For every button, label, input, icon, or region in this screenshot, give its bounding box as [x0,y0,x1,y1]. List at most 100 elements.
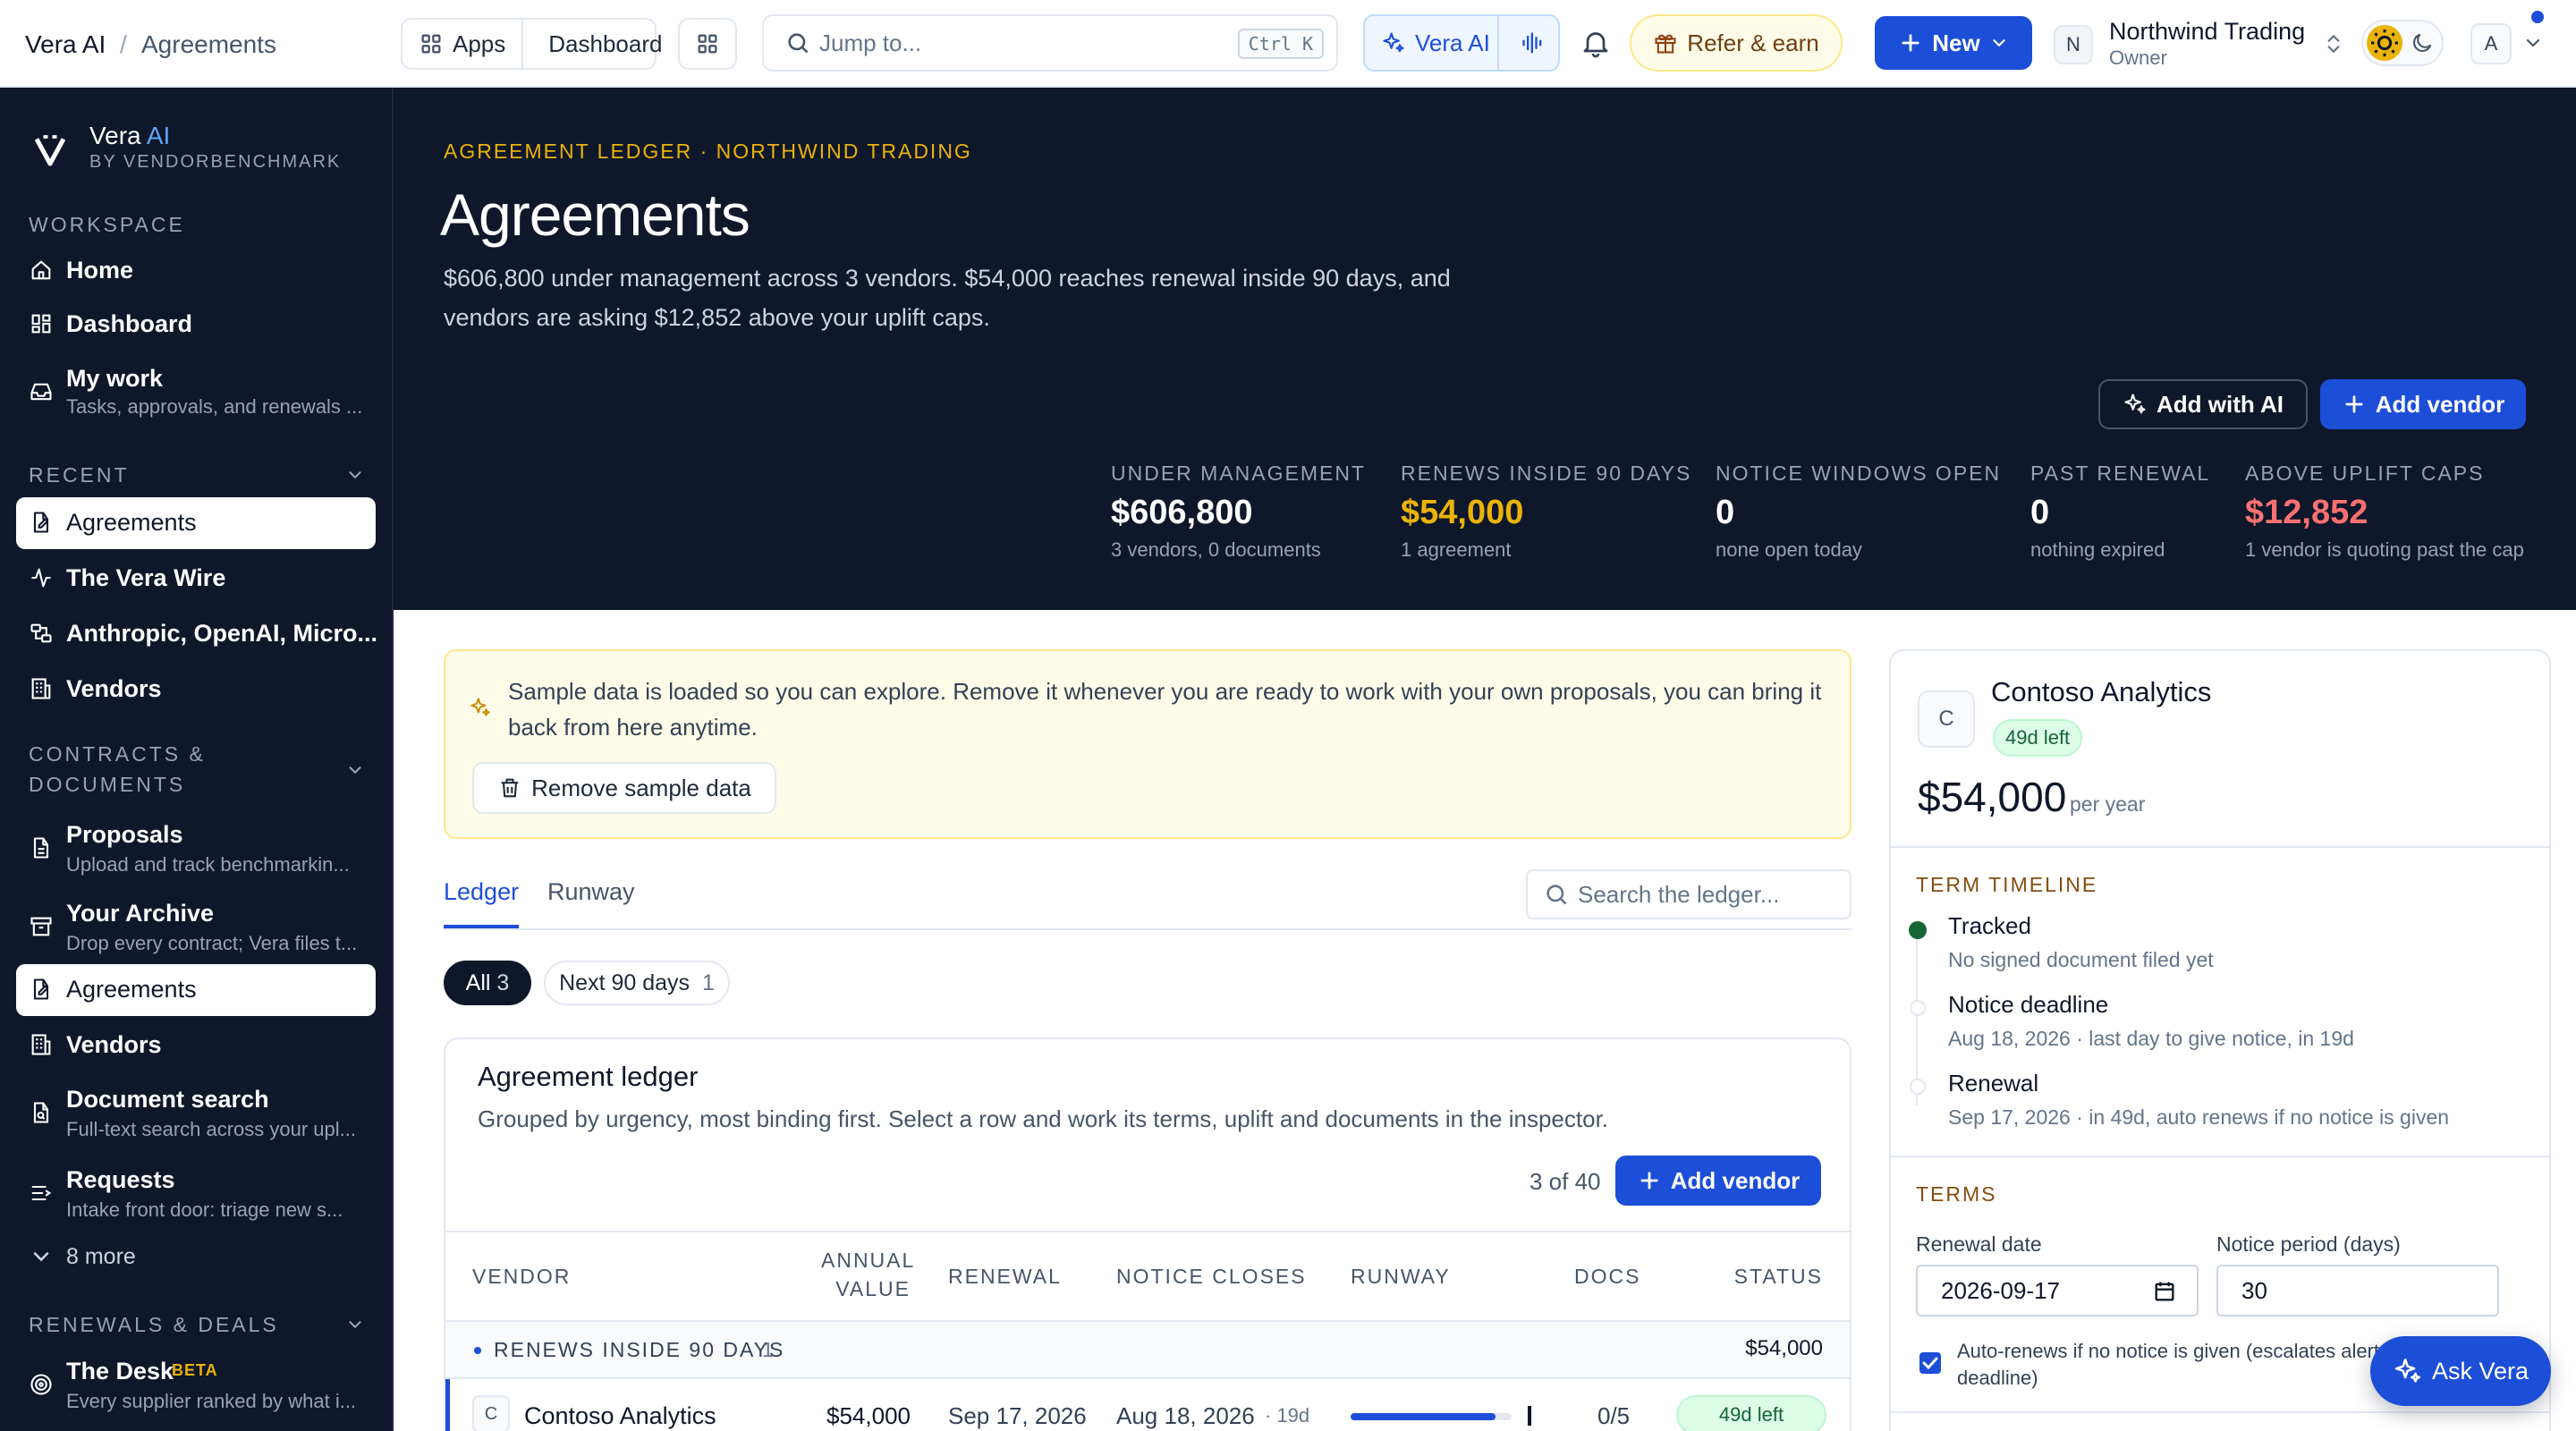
sidebar-item-label: Agreements [66,976,197,1003]
tab-runway[interactable]: Runway [547,878,635,906]
tab-ledger[interactable]: Ledger [444,878,519,906]
sidebar-item-label: My work [66,365,164,392]
filter-next-90-days[interactable]: Next 90 days 1 [544,961,730,1005]
calendar-icon[interactable] [2152,1279,2177,1304]
dashboard-button[interactable]: Dashboard [532,20,678,68]
notice-text-line2: back from here anytime. [508,714,758,741]
auto-renew-checkbox[interactable] [1919,1352,1941,1374]
collapse-renewals-chevron-icon[interactable] [345,1315,365,1334]
sidebar-item-sub: Tasks, approvals, and renewals ... [66,395,363,418]
apps-label: Apps [453,30,506,57]
org-switcher[interactable]: N Northwind Trading Owner [2054,18,2358,70]
column-annual-line2[interactable]: VALUE [821,1275,911,1302]
sidebar-item-my-work[interactable]: My work Tasks, approvals, and renewals .… [16,356,376,428]
kpi-label: UNDER MANAGEMENT [1111,461,1367,485]
breadcrumb-current: Agreements [141,30,276,58]
column-docs[interactable]: DOCS [1574,1263,1640,1290]
grid-icon [421,34,441,54]
add-with-ai-button[interactable]: Add with AI [2098,379,2308,429]
sidebar-item-label: Document search [66,1086,269,1113]
refer-earn-button[interactable]: Refer & earn [1630,14,1843,72]
timeline-title: TERM TIMELINE [1916,873,2098,896]
notifications-button[interactable] [1580,27,1612,59]
sidebar-item-archive[interactable]: Your Archive Drop every contract; Vera f… [16,891,376,966]
apps-button[interactable]: Apps [402,20,524,68]
trash-icon [501,778,519,798]
ledger-title: Agreement ledger [478,1061,699,1092]
sidebar-item-sub: Upload and track benchmarkin... [66,853,350,876]
brand-name: Vera AI [89,122,171,149]
hero-add-vendor-button[interactable]: Add vendor [2320,379,2526,429]
column-annual-line1[interactable]: ANNUAL [821,1247,913,1274]
filter-all-count: 3 [496,970,510,995]
sidebar-item-requests[interactable]: Requests Intake front door: triage new s… [16,1157,376,1232]
runway-marker [1528,1406,1531,1426]
sparkles-icon [1383,32,1404,53]
plus-icon [1902,34,1919,52]
sidebar-item-label: Requests [66,1166,175,1193]
theme-toggle[interactable] [2361,20,2444,66]
column-status[interactable]: STATUS [1717,1263,1823,1290]
inspector-period: per year [2070,792,2146,816]
auto-renew-label-line1: Auto-renews if no notice is given (escal… [1957,1340,2390,1362]
sidebar-item-label: Proposals [66,821,183,848]
collapse-recent-chevron-icon[interactable] [345,465,365,485]
target-icon [30,1374,52,1395]
kpi-sub: none open today [1716,538,1862,561]
sidebar-item-recent-vendors[interactable]: Vendors [16,664,376,716]
chevron-down-icon [1993,39,2005,47]
notice-period-input[interactable]: 30 [2216,1265,2499,1317]
group-renews-inside-90-days[interactable]: RENEWS INSIDE 90 DAYS 1 $54,000 [445,1322,1850,1377]
plus-icon [2345,395,2363,413]
new-button[interactable]: New [1875,16,2032,70]
inspector-divider [1891,846,2549,848]
filter-all[interactable]: All 3 [444,961,531,1005]
column-renewal[interactable]: RENEWAL [948,1263,1062,1290]
timeline-dot-pending [1910,1079,1926,1095]
column-vendor[interactable]: VENDOR [472,1263,571,1290]
sidebar-item-document-search[interactable]: Document search Full-text search across … [16,1077,376,1152]
sidebar-item-recent-agreements[interactable]: Agreements [16,497,376,549]
kpi-sub: 3 vendors, 0 documents [1111,538,1321,561]
sidebar-item-proposals[interactable]: Proposals Upload and track benchmarkin..… [16,812,376,887]
activity-icon [31,568,51,588]
renewal-date-input[interactable]: 2026-09-17 [1916,1265,2199,1317]
section-workspace: WORKSPACE [29,213,185,236]
table-row[interactable]: C Contoso Analytics $54,000 Sep 17, 2026… [445,1379,1850,1431]
sidebar-item-vendors[interactable]: Vendors [16,1020,376,1071]
sidebar-item-dashboard[interactable]: Dashboard [16,299,376,351]
kpi-value: $12,852 [2245,494,2368,531]
breadcrumb-separator: / [120,30,127,58]
vendor-avatar: C [472,1395,510,1431]
jump-search[interactable]: Jump to... Ctrl K [762,14,1338,72]
user-avatar[interactable]: A [2470,23,2512,64]
collapse-contracts-chevron-icon[interactable] [345,760,365,780]
column-notice-closes[interactable]: NOTICE CLOSES [1116,1263,1307,1290]
hero-eyebrow: AGREEMENT LEDGER · NORTHWIND TRADING [444,140,972,163]
sidebar-item-vera-wire[interactable]: The Vera Wire [16,553,376,605]
hero-banner: AGREEMENT LEDGER · NORTHWIND TRADING Agr… [394,88,2576,610]
table-header-top-divider [445,1231,1850,1232]
sidebar-item-agreements[interactable]: Agreements [16,964,376,1016]
timeline-step-sub: Sep 17, 2026 · in 49d, auto renews if no… [1948,1105,2450,1129]
sidebar-more-button[interactable]: 8 more [16,1234,376,1279]
breadcrumb-root[interactable]: Vera AI [25,27,106,63]
sidebar-item-the-desk[interactable]: The Desk BETA Every supplier ranked by w… [16,1349,376,1424]
vera-ai-button[interactable]: Vera AI [1363,14,1560,72]
ledger-add-vendor-button[interactable]: Add vendor [1615,1156,1821,1206]
user-menu-chevron-icon[interactable] [2522,32,2544,54]
ledger-search[interactable]: Search the ledger... [1526,869,1852,919]
layout-button[interactable] [678,18,737,70]
ask-vera-button[interactable]: Ask Vera [2370,1336,2551,1406]
plus-icon [1640,1172,1658,1190]
sidebar-item-anthropic[interactable]: Anthropic, OpenAI, Micro... [16,608,377,660]
remove-sample-data-button[interactable]: Remove sample data [472,762,776,814]
row-notice-days: · 19d [1265,1404,1310,1427]
voice-button[interactable] [1508,16,1558,70]
sidebar-item-home[interactable]: Home [16,245,376,297]
group-label: RENEWS INSIDE 90 DAYS [494,1338,785,1361]
column-runway[interactable]: RUNWAY [1351,1263,1451,1290]
brand-by: BY VENDORBENCHMARK [89,152,342,172]
search-icon [1546,885,1567,905]
auto-renew-label-line2: deadline) [1957,1367,2038,1389]
